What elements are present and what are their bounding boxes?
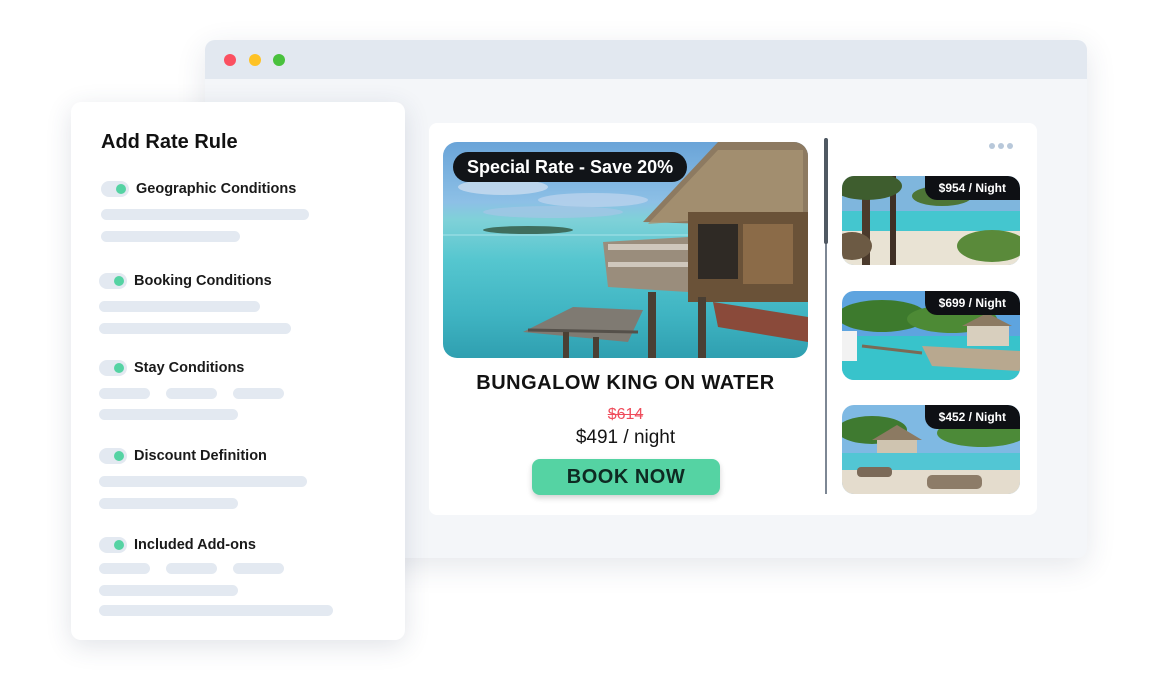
add-rate-rule-panel: Add Rate Rule Geographic Conditions Book…: [71, 102, 405, 640]
more-horizontal-icon[interactable]: [989, 143, 1015, 151]
condition-label: Discount Definition: [134, 448, 267, 464]
minimize-window-icon[interactable]: [249, 54, 261, 66]
placeholder-bar: [99, 301, 260, 312]
toggle-switch[interactable]: [99, 273, 127, 289]
condition-label: Stay Conditions: [134, 360, 245, 376]
placeholder-bar: [99, 563, 150, 574]
browser-titlebar: [205, 40, 1087, 79]
placeholder-bar: [166, 563, 217, 574]
placeholder-bar: [233, 563, 284, 574]
condition-label: Geographic Conditions: [136, 181, 297, 197]
placeholder-bar: [99, 323, 291, 334]
thumbnail-price: $954 / Night: [924, 176, 1020, 200]
room-thumbnail[interactable]: $452 / Night: [842, 405, 1020, 494]
toggle-switch[interactable]: [101, 181, 129, 197]
thumbnail-price: $452 / Night: [924, 405, 1020, 429]
placeholder-bar: [233, 388, 284, 399]
placeholder-bar: [99, 498, 238, 509]
placeholder-bar: [99, 585, 238, 596]
discounted-price: $491 / night: [575, 427, 676, 448]
condition-label: Booking Conditions: [134, 273, 272, 289]
close-window-icon[interactable]: [224, 54, 236, 66]
placeholder-bar: [101, 231, 240, 242]
book-now-button[interactable]: BOOK NOW: [532, 459, 720, 495]
toggle-switch[interactable]: [99, 537, 127, 553]
room-thumbnail[interactable]: $699 / Night: [842, 291, 1020, 380]
condition-label: Included Add-ons: [134, 537, 256, 553]
hero-image[interactable]: Special Rate - Save 20%: [443, 142, 808, 358]
maximize-window-icon[interactable]: [273, 54, 285, 66]
placeholder-bar: [166, 388, 217, 399]
placeholder-bar: [99, 476, 307, 487]
listing-card: Special Rate - Save 20% BUNGALOW KING ON…: [429, 123, 1037, 515]
placeholder-bar: [99, 409, 238, 420]
thumbnail-price: $699 / Night: [924, 291, 1020, 315]
scrollbar-thumb[interactable]: [824, 138, 828, 244]
placeholder-bar: [99, 388, 150, 399]
placeholder-bar: [101, 209, 309, 220]
room-thumbnail[interactable]: $954 / Night: [842, 176, 1020, 265]
panel-title: Add Rate Rule: [101, 131, 238, 153]
toggle-switch[interactable]: [99, 448, 127, 464]
original-price: $614: [607, 406, 644, 423]
special-rate-badge: Special Rate - Save 20%: [453, 152, 688, 182]
room-title: BUNGALOW KING ON WATER: [476, 372, 775, 394]
toggle-switch[interactable]: [99, 360, 127, 376]
placeholder-bar: [99, 605, 333, 616]
